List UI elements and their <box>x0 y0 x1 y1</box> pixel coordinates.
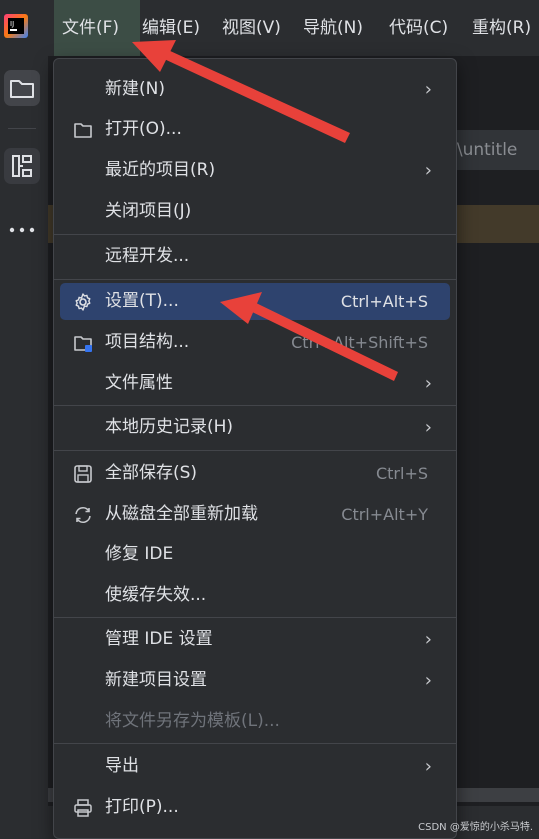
menu-view[interactable]: 视图(V) <box>222 0 281 56</box>
menu-manage-ide-label: 管理 IDE 设置 <box>105 629 213 649</box>
refresh-icon <box>75 506 91 524</box>
main-menubar: IJ 文件(F) 编辑(E) 视图(V) 导航(N) 代码(C) 重构(R) <box>0 0 539 56</box>
menu-separator <box>54 617 456 618</box>
menu-file[interactable]: 文件(F) <box>54 0 140 56</box>
menu-save-all[interactable]: 全部保存(S) Ctrl+S <box>60 455 450 492</box>
menu-file-props-label: 文件属性 <box>105 373 173 393</box>
menu-reload-label: 从磁盘全部重新加载 <box>105 504 258 524</box>
menu-separator <box>54 450 456 451</box>
menu-project-structure[interactable]: 项目结构... Ctrl+Alt+Shift+S <box>60 324 450 361</box>
watermark-text: CSDN @爱惊的小杀马特. <box>418 822 533 833</box>
menu-repair-ide[interactable]: 修复 IDE <box>60 536 450 573</box>
menu-print[interactable]: 打印(P)... <box>60 789 450 826</box>
menu-invalidate-caches[interactable]: 使缓存失效... <box>60 577 450 614</box>
menu-recent-label: 最近的项目(R) <box>105 160 216 180</box>
chevron-right-icon: › <box>424 160 432 181</box>
menu-structure-shortcut: Ctrl+Alt+Shift+S <box>291 333 428 352</box>
structure-icon <box>12 155 32 177</box>
menu-local-history-label: 本地历史记录(H) <box>105 417 234 437</box>
save-icon <box>74 465 92 483</box>
menu-separator <box>54 743 456 744</box>
menu-separator <box>54 405 456 406</box>
structure-tool-button[interactable] <box>4 148 40 184</box>
menu-remote-label: 远程开发... <box>105 246 190 266</box>
folder-icon <box>10 80 34 98</box>
menu-code[interactable]: 代码(C) <box>389 0 448 56</box>
menu-settings-label: 设置(T)... <box>105 291 179 311</box>
menu-print-label: 打印(P)... <box>105 797 179 817</box>
menu-reload-shortcut: Ctrl+Alt+Y <box>341 505 428 524</box>
leftbar-divider <box>8 128 36 129</box>
menu-manage-ide-settings[interactable]: 管理 IDE 设置 › <box>60 621 450 658</box>
intellij-logo-icon[interactable]: IJ <box>4 14 28 38</box>
menu-save-as-template: 将文件另存为模板(L)... <box>60 703 450 740</box>
chevron-right-icon: › <box>424 629 432 650</box>
menu-save-template-label: 将文件另存为模板(L)... <box>105 711 280 731</box>
menu-new-project-settings[interactable]: 新建项目设置 › <box>60 662 450 699</box>
chevron-right-icon: › <box>424 417 432 438</box>
menu-new-project-settings-label: 新建项目设置 <box>105 670 207 690</box>
tool-window-strip <box>0 56 49 839</box>
svg-text:IJ: IJ <box>10 20 14 28</box>
gear-icon <box>75 293 91 311</box>
menu-structure-label: 项目结构... <box>105 332 190 352</box>
chevron-right-icon: › <box>424 670 432 691</box>
menu-invalidate-label: 使缓存失效... <box>105 585 207 605</box>
menu-save-all-label: 全部保存(S) <box>105 463 198 483</box>
menu-open-label: 打开(O)... <box>105 119 182 139</box>
menu-recent-projects[interactable]: 最近的项目(R) › <box>60 152 450 189</box>
more-tools-icon[interactable] <box>4 222 40 236</box>
menu-remote-dev[interactable]: 远程开发... <box>60 238 450 275</box>
menu-settings[interactable]: 设置(T)... Ctrl+Alt+S <box>60 283 450 320</box>
menu-reload-all[interactable]: 从磁盘全部重新加载 Ctrl+Alt+Y <box>60 496 450 533</box>
menu-file-properties[interactable]: 文件属性 › <box>60 365 450 402</box>
menu-export[interactable]: 导出 › <box>60 748 450 785</box>
menu-close-project[interactable]: 关闭项目(J) <box>60 193 450 230</box>
menu-new-label: 新建(N) <box>105 79 165 99</box>
menu-edit[interactable]: 编辑(E) <box>142 0 200 56</box>
folder-settings-icon <box>74 336 92 352</box>
menu-refactor[interactable]: 重构(R) <box>472 0 531 56</box>
menu-close-label: 关闭项目(J) <box>105 201 192 221</box>
menu-new[interactable]: 新建(N) › <box>60 71 450 108</box>
menu-export-label: 导出 <box>105 756 139 776</box>
chevron-right-icon: › <box>424 79 432 100</box>
menu-local-history[interactable]: 本地历史记录(H) › <box>60 409 450 446</box>
menu-navigate[interactable]: 导航(N) <box>303 0 363 56</box>
chevron-right-icon: › <box>424 373 432 394</box>
folder-icon <box>74 123 92 138</box>
printer-icon <box>74 799 92 817</box>
project-tool-button[interactable] <box>4 70 40 106</box>
chevron-right-icon: › <box>424 756 432 777</box>
menu-separator <box>54 234 456 235</box>
menu-separator <box>54 279 456 280</box>
menu-open[interactable]: 打开(O)... <box>60 111 450 148</box>
menu-settings-shortcut: Ctrl+Alt+S <box>340 292 428 311</box>
menu-repair-label: 修复 IDE <box>105 544 174 564</box>
file-dropdown-menu: 新建(N) › 打开(O)... 最近的项目(R) › 关闭项目(J) 远程开发… <box>53 58 457 839</box>
menu-save-all-shortcut: Ctrl+S <box>375 464 428 483</box>
